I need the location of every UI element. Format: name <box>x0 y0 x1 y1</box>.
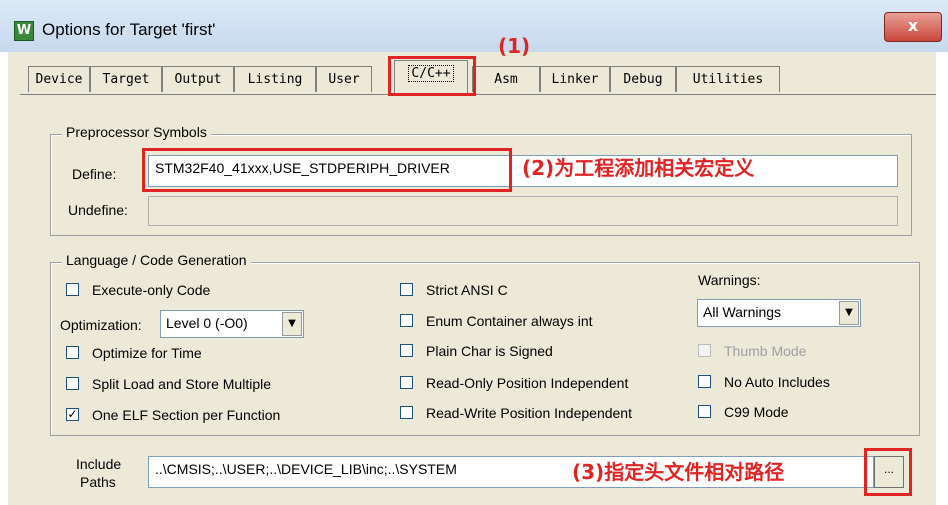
c99-label: C99 Mode <box>724 404 789 420</box>
codegen-title: Language / Code Generation <box>62 252 251 268</box>
include-label-line1: Include <box>76 456 122 472</box>
tab-label: User <box>328 72 360 87</box>
include-label-line2: Paths <box>80 474 116 490</box>
tab-utilities[interactable]: Utilities <box>676 66 780 92</box>
thumb-mode-label: Thumb Mode <box>724 343 807 359</box>
plain-char-label: Plain Char is Signed <box>426 343 553 359</box>
tab-label: Utilities <box>692 72 764 87</box>
annotation-box-3 <box>864 448 912 496</box>
optimization-label: Optimization: <box>60 317 142 333</box>
warnings-value: All Warnings <box>703 304 782 320</box>
optimization-value: Level 0 (-O0) <box>166 315 248 331</box>
warnings-label: Warnings: <box>698 272 761 288</box>
warnings-select[interactable]: All Warnings ▼ <box>697 299 861 327</box>
split-load-checkbox[interactable] <box>66 377 79 390</box>
tab-label: Debug <box>623 72 663 87</box>
tab-label: Linker <box>551 72 599 87</box>
annotation-3: (3)指定头文件相对路径 <box>572 460 785 484</box>
optimize-time-checkbox[interactable] <box>66 346 79 359</box>
annotation-2: (2)为工程添加相关宏定义 <box>522 156 755 180</box>
tab-user[interactable]: User <box>316 66 372 92</box>
enum-container-checkbox[interactable] <box>400 314 413 327</box>
tab-device[interactable]: Device <box>28 66 90 92</box>
tab-target[interactable]: Target <box>90 66 162 92</box>
tab-label: Device <box>35 72 83 87</box>
tab-divider <box>20 94 936 95</box>
preprocessor-title: Preprocessor Symbols <box>62 124 211 140</box>
tab-output[interactable]: Output <box>162 66 234 92</box>
annotation-box-1 <box>388 56 476 96</box>
optimization-select[interactable]: Level 0 (-O0) ▼ <box>160 310 304 338</box>
thumb-mode-checkbox[interactable] <box>698 344 711 357</box>
ro-pi-label: Read-Only Position Independent <box>426 375 629 391</box>
ro-pi-checkbox[interactable] <box>400 376 413 389</box>
chevron-down-icon[interactable]: ▼ <box>282 312 302 336</box>
undefine-input[interactable] <box>148 196 898 226</box>
optimize-time-label: Optimize for Time <box>92 345 202 361</box>
rw-pi-checkbox[interactable] <box>400 406 413 419</box>
no-auto-includes-label: No Auto Includes <box>724 374 830 390</box>
define-label: Define: <box>72 166 117 182</box>
tab-label: Listing <box>247 72 303 87</box>
tab-label: Output <box>174 72 222 87</box>
execute-only-checkbox[interactable] <box>66 283 79 296</box>
tab-asm[interactable]: Asm <box>472 66 540 92</box>
tab-linker[interactable]: Linker <box>540 66 610 92</box>
one-elf-label: One ELF Section per Function <box>92 407 281 423</box>
app-icon: W <box>14 21 34 41</box>
tab-listing[interactable]: Listing <box>234 66 316 92</box>
no-auto-includes-checkbox[interactable] <box>698 375 711 388</box>
execute-only-label: Execute-only Code <box>92 282 211 298</box>
tab-label: Target <box>102 72 150 87</box>
close-button[interactable]: x <box>884 12 942 42</box>
tab-label: Asm <box>494 72 518 87</box>
rw-pi-label: Read-Write Position Independent <box>426 405 632 421</box>
undefine-label: Undefine: <box>68 202 128 218</box>
annotation-1: (1) <box>498 34 531 58</box>
window-title: Options for Target 'first' <box>42 20 216 39</box>
split-load-label: Split Load and Store Multiple <box>92 376 271 392</box>
one-elf-checkbox[interactable]: ✓ <box>66 408 79 421</box>
c99-checkbox[interactable] <box>698 405 711 418</box>
strict-ansi-checkbox[interactable] <box>400 283 413 296</box>
plain-char-checkbox[interactable] <box>400 344 413 357</box>
title-bar: W Options for Target 'first' x <box>0 0 948 52</box>
annotation-box-2 <box>142 148 512 192</box>
strict-ansi-label: Strict ANSI C <box>426 282 508 298</box>
chevron-down-icon[interactable]: ▼ <box>839 301 859 325</box>
tab-debug[interactable]: Debug <box>610 66 676 92</box>
enum-container-label: Enum Container always int <box>426 313 593 329</box>
